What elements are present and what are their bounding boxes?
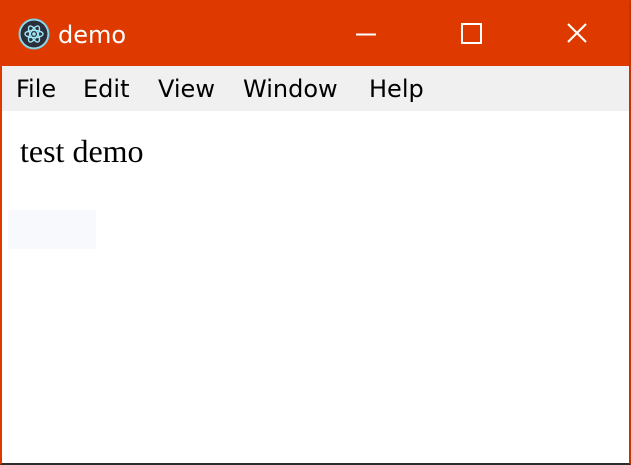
menu-window[interactable]: Window <box>243 74 338 104</box>
menu-bar: File Edit View Window Help <box>2 66 629 111</box>
menu-view[interactable]: View <box>158 74 215 104</box>
title-bar[interactable]: demo <box>2 2 629 66</box>
maximize-button[interactable] <box>417 2 521 66</box>
electron-atom-icon <box>18 18 50 50</box>
close-button[interactable] <box>524 2 628 66</box>
content-text: test demo <box>20 133 144 169</box>
blank-element <box>8 210 96 249</box>
app-window: demo File Edit View Window Help test dem… <box>0 0 631 465</box>
menu-file[interactable]: File <box>16 74 56 104</box>
minimize-button[interactable] <box>313 2 417 66</box>
content-area: test demo <box>2 111 629 463</box>
menu-help[interactable]: Help <box>369 74 424 104</box>
window-title: demo <box>58 21 127 49</box>
menu-edit[interactable]: Edit <box>83 74 129 104</box>
